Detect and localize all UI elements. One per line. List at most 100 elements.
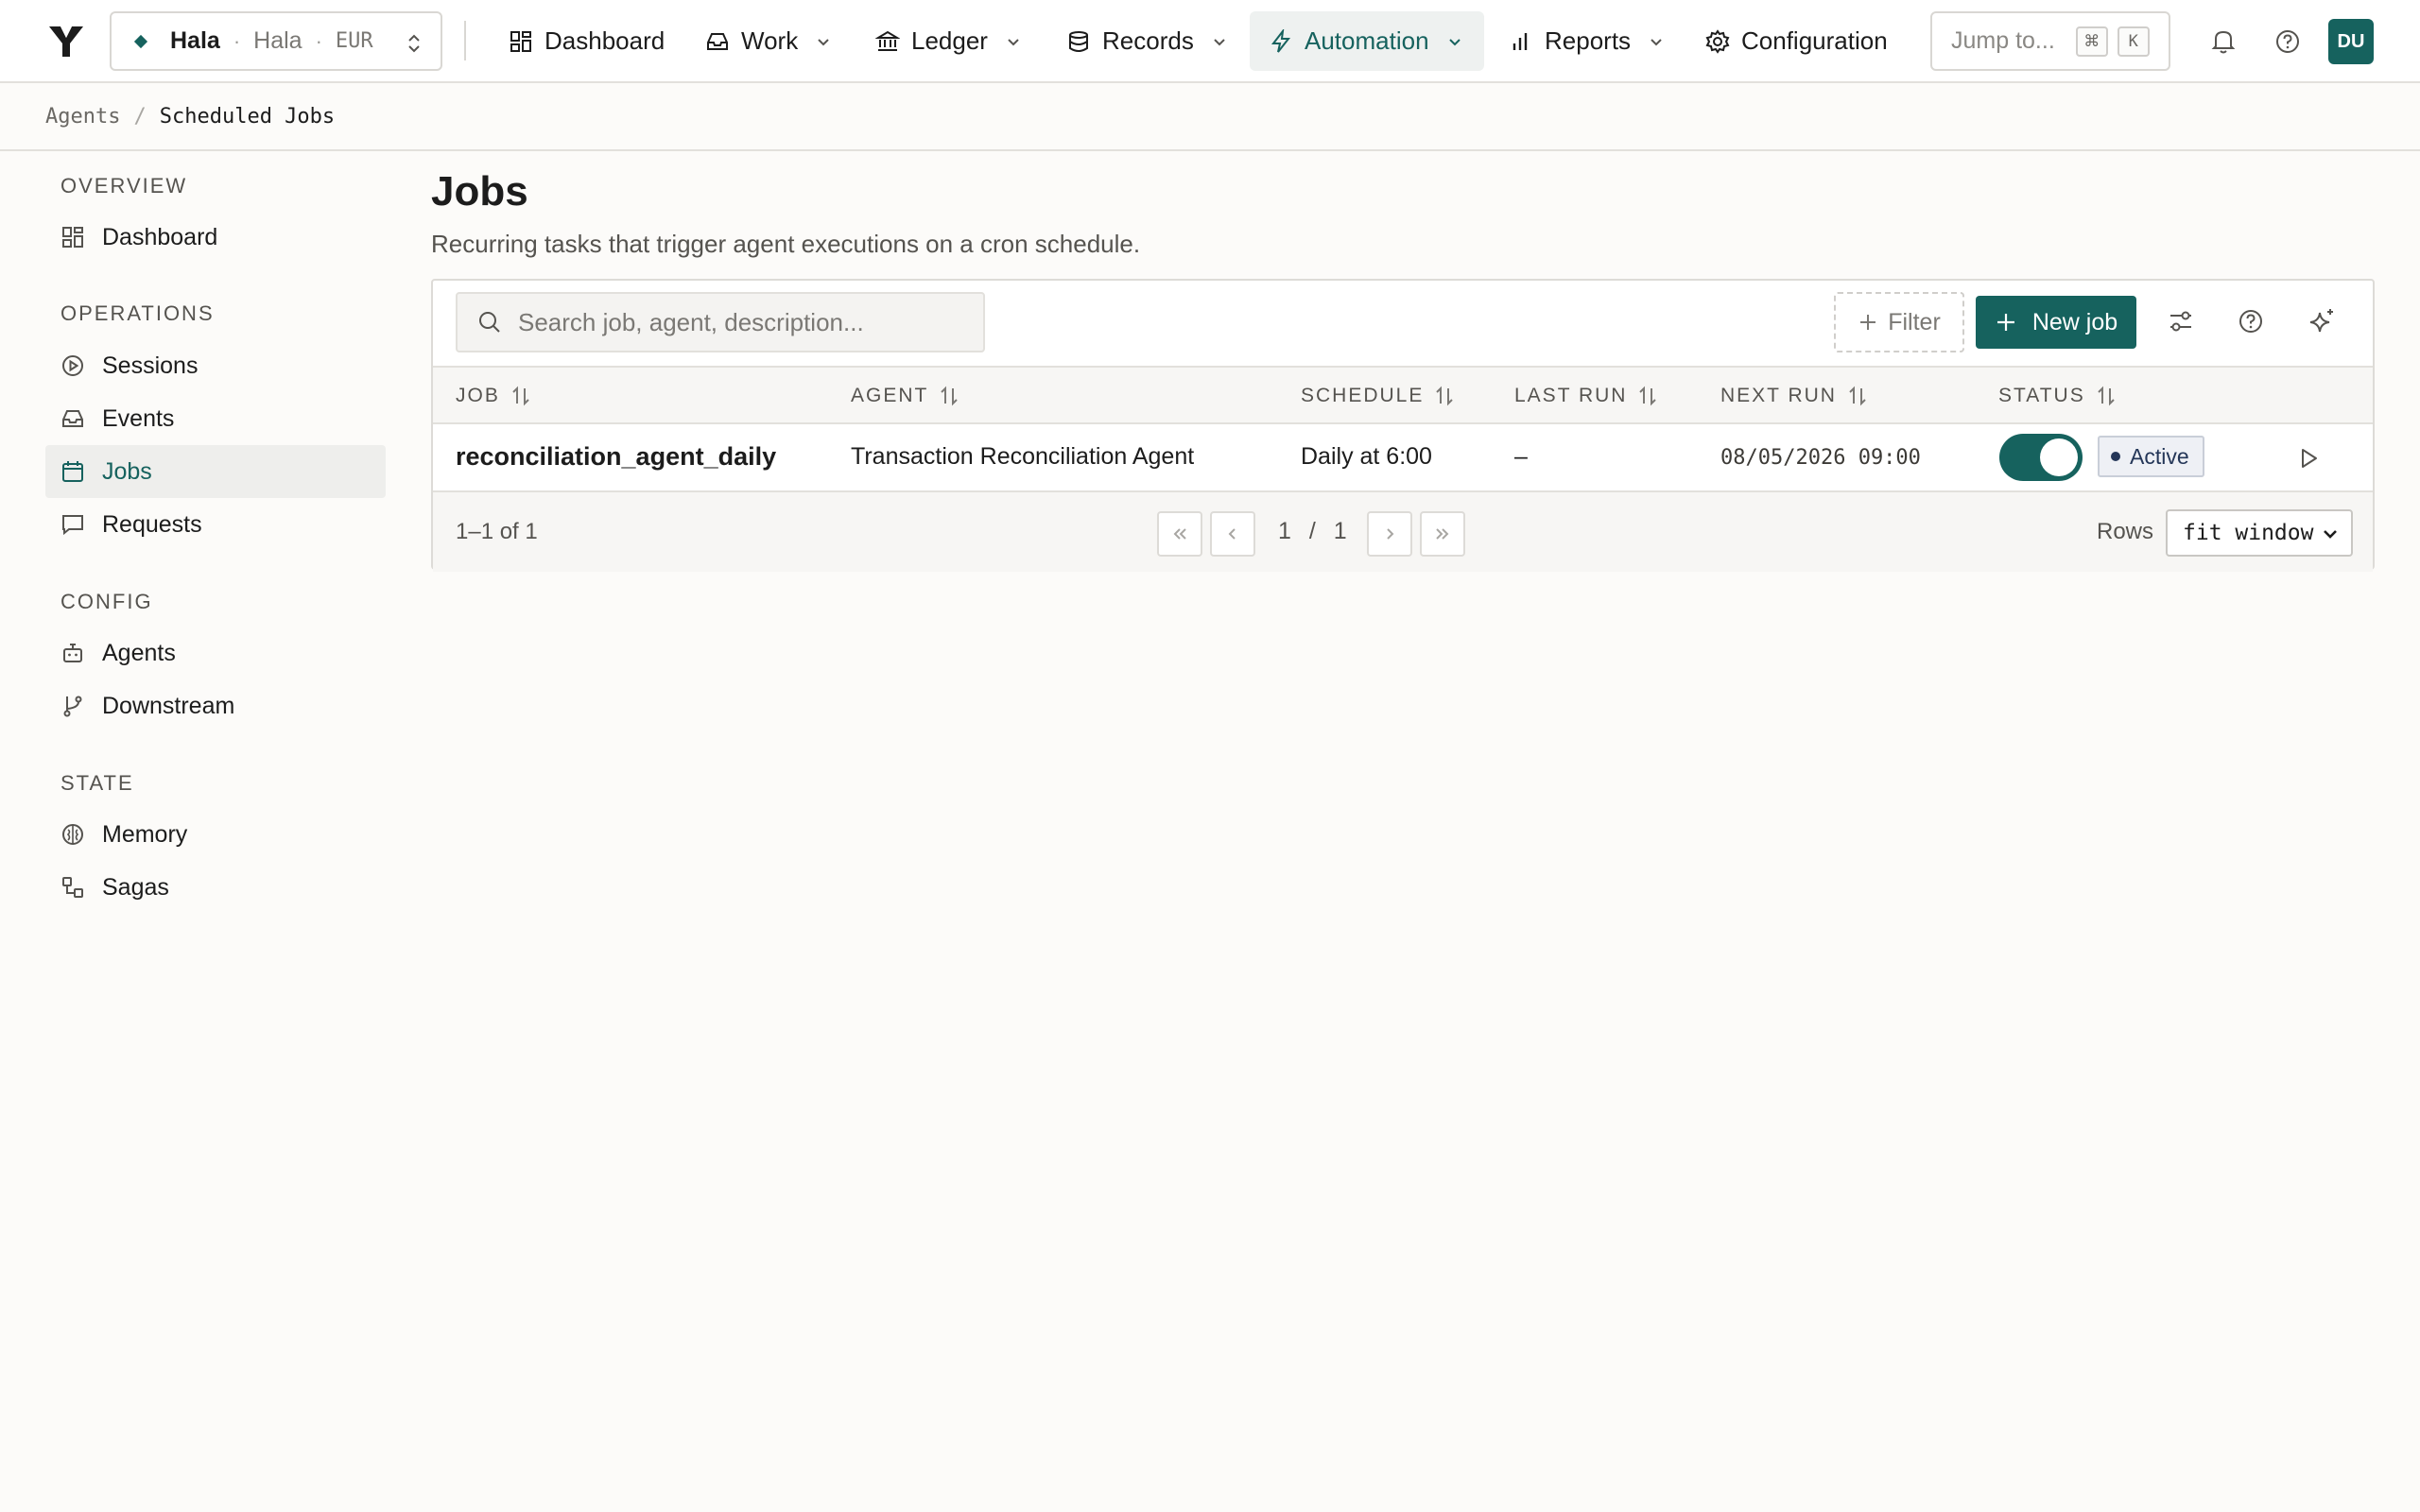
chevron-right-icon: [1387, 528, 1394, 540]
last-page-button[interactable]: [1420, 511, 1465, 557]
page-subtitle: Recurring tasks that trigger agent execu…: [431, 230, 1141, 258]
column-header-schedule[interactable]: SCHEDULE: [1301, 385, 1456, 407]
column-header-job[interactable]: JOB: [456, 385, 532, 407]
sidebar-item-events[interactable]: Events: [45, 392, 386, 445]
column-header-last-run[interactable]: LAST RUN: [1514, 385, 1659, 407]
filter-button[interactable]: Filter: [1834, 292, 1964, 352]
topbar-divider: [464, 21, 466, 60]
sliders-icon[interactable]: [2165, 305, 2197, 337]
search-icon: [479, 312, 500, 333]
plus-icon: [1996, 314, 2014, 331]
jump-placeholder: Jump to...: [1951, 27, 2055, 54]
nav-records[interactable]: Records: [1047, 11, 1247, 71]
nav-configuration[interactable]: Configuration: [1686, 11, 1907, 71]
column-header-next-run[interactable]: NEXT RUN: [1720, 385, 1869, 407]
first-page-button[interactable]: [1157, 511, 1202, 557]
sidebar-item-sessions[interactable]: Sessions: [45, 339, 386, 392]
sidebar-item-label: Agents: [102, 639, 176, 666]
table-footer: 1–1 of 1 1 / 1 Rows fit window: [433, 492, 2373, 572]
sidebar-item-agents[interactable]: Agents: [45, 627, 386, 679]
column-header-status[interactable]: STATUS: [1998, 385, 2118, 407]
nav-ledger[interactable]: Ledger: [856, 11, 1041, 71]
breadcrumb-separator: /: [133, 104, 147, 129]
user-avatar[interactable]: DU: [2328, 19, 2374, 64]
nav-label: Automation: [1305, 26, 1429, 55]
chevron-down-icon: [1448, 38, 1461, 45]
sidebar-item-dashboard[interactable]: Dashboard: [45, 211, 386, 264]
nav-dashboard[interactable]: Dashboard: [490, 11, 683, 71]
rows-per-page-select[interactable]: fit window: [2166, 509, 2353, 557]
job-enabled-toggle[interactable]: [1999, 434, 2083, 481]
chevron-left-icon: [1228, 528, 1236, 540]
status-badge-label: Active: [2130, 443, 2189, 469]
sidebar-item-label: Sessions: [102, 352, 199, 379]
kbd-k: K: [2117, 26, 2150, 57]
search-input[interactable]: [518, 307, 953, 337]
nav-work[interactable]: Work: [686, 11, 851, 71]
job-name-cell[interactable]: reconciliation_agent_daily: [456, 442, 776, 472]
last-run-cell: –: [1514, 443, 1528, 470]
sidebar-item-downstream[interactable]: Downstream: [45, 679, 386, 732]
nav-reports[interactable]: Reports: [1490, 11, 1684, 71]
sidebar-item-label: Downstream: [102, 692, 235, 719]
total-pages: 1: [1333, 518, 1347, 544]
database-icon: [1069, 30, 1088, 52]
prev-page-button[interactable]: [1210, 511, 1255, 557]
breadcrumb: Agents / Scheduled Jobs: [0, 83, 2420, 151]
sidebar-item-sagas[interactable]: Sagas: [45, 861, 386, 914]
robot-icon: [63, 644, 82, 662]
help-circle-icon[interactable]: [2235, 305, 2267, 337]
workflow-icon: [62, 877, 83, 898]
bank-icon: [875, 30, 900, 51]
org-currency: EUR: [335, 29, 373, 53]
jobs-table-card: Filter New job JOB AGENT: [431, 279, 2375, 572]
sidebar-item-memory[interactable]: Memory: [45, 808, 386, 861]
table-row[interactable]: reconciliation_agent_daily Transaction R…: [433, 424, 2373, 492]
kbd-command: ⌘: [2075, 26, 2108, 57]
new-job-button[interactable]: New job: [1976, 296, 2136, 349]
chevron-down-icon: [2324, 530, 2337, 539]
sidebar-item-requests[interactable]: Requests: [45, 498, 386, 551]
sidebar-section-config: CONFIG: [60, 590, 153, 613]
app-logo-icon[interactable]: [47, 23, 85, 60]
column-header-agent[interactable]: AGENT: [851, 385, 960, 407]
next-page-button[interactable]: [1367, 511, 1412, 557]
sidebar-item-label: Events: [102, 404, 175, 432]
nav-label: Records: [1102, 26, 1194, 55]
nav-label: Configuration: [1741, 26, 1888, 55]
sparkles-icon[interactable]: [2307, 305, 2339, 337]
table-toolbar: Filter New job: [433, 281, 2373, 366]
play-circle-icon: [62, 355, 83, 376]
breadcrumb-agents-link[interactable]: Agents: [45, 105, 120, 129]
message-square-icon: [62, 515, 83, 536]
bar-chart-icon: [1512, 32, 1528, 50]
nav-automation[interactable]: Automation: [1250, 11, 1484, 71]
sort-arrows-icon: [941, 386, 959, 406]
sidebar-item-label: Dashboard: [102, 223, 218, 250]
run-now-play-icon[interactable]: [2295, 445, 2322, 472]
sort-arrows-icon: [2098, 386, 2115, 406]
chevron-down-icon: [818, 38, 829, 45]
bell-icon[interactable]: [2207, 26, 2239, 58]
help-circle-icon[interactable]: [2272, 26, 2304, 58]
status-badge: Active: [2098, 436, 2204, 477]
sidebar-item-label: Memory: [102, 820, 188, 848]
org-diamond-icon: [133, 34, 148, 48]
nav-label: Dashboard: [544, 26, 666, 55]
brain-icon: [62, 824, 83, 845]
jump-to-search[interactable]: Jump to... ⌘ K: [1930, 11, 2170, 71]
sidebar-section-state: STATE: [60, 771, 134, 795]
sidebar-item-jobs[interactable]: Jobs: [45, 445, 386, 498]
dashboard-grid-icon: [62, 227, 83, 248]
sidebar-item-label: Sagas: [102, 873, 169, 901]
sidebar-item-label: Jobs: [102, 457, 152, 485]
org-switcher[interactable]: Hala · Hala · EUR: [110, 11, 442, 71]
chevrons-left-icon: [1173, 528, 1186, 540]
sort-arrows-icon: [1639, 386, 1657, 406]
inbox-icon: [62, 410, 83, 427]
search-box[interactable]: [456, 292, 985, 352]
sort-arrows-icon: [1849, 386, 1866, 406]
org-entity: Hala: [253, 27, 302, 54]
sidebar-item-label: Requests: [102, 510, 202, 538]
new-job-label: New job: [2031, 308, 2118, 335]
